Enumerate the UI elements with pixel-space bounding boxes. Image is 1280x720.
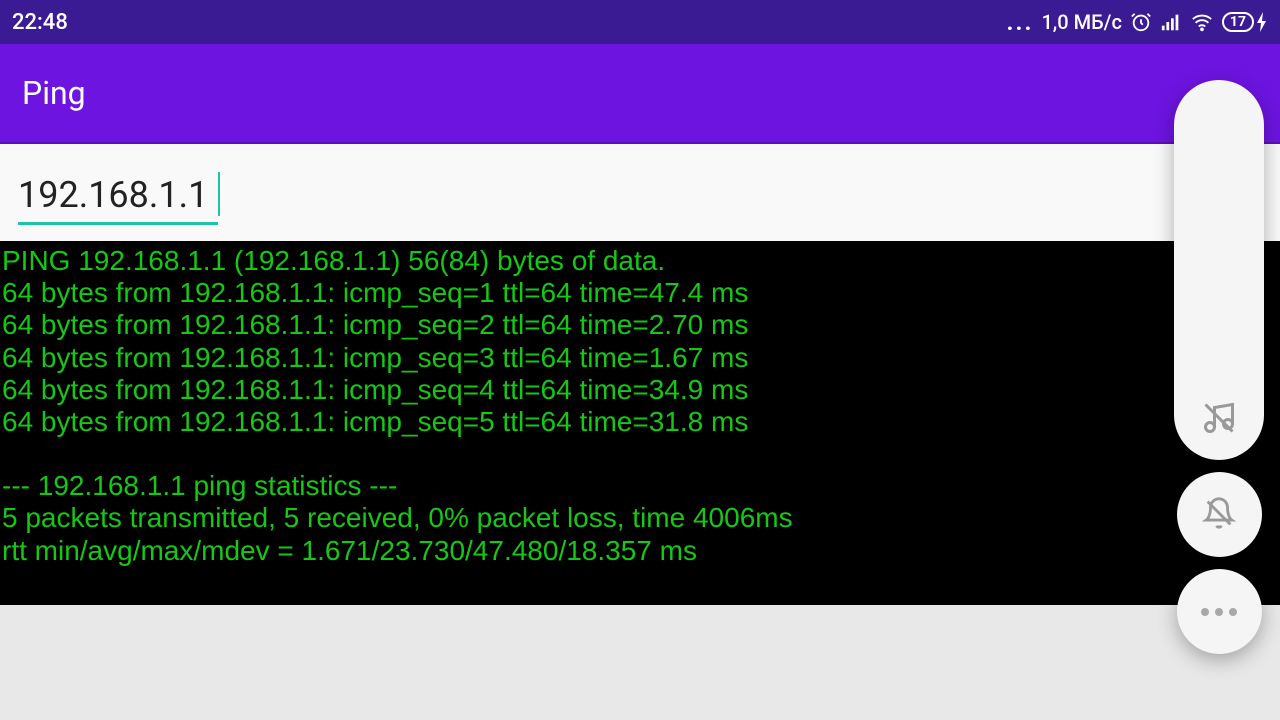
input-area: [0, 144, 1280, 241]
ping-stats-header: --- 192.168.1.1 ping statistics ---: [2, 470, 1280, 502]
battery-percent: 17: [1222, 12, 1254, 32]
text-cursor: [218, 172, 220, 216]
ping-reply-line: 64 bytes from 192.168.1.1: icmp_seq=1 tt…: [2, 277, 1280, 309]
terminal-output: PING 192.168.1.1 (192.168.1.1) 56(84) by…: [0, 241, 1280, 605]
signal-icon: [1160, 11, 1182, 33]
status-time: 22:48: [12, 10, 68, 35]
clock-text: 22:48: [12, 10, 68, 35]
dnd-button[interactable]: [1177, 472, 1262, 557]
ping-reply-line: 64 bytes from 192.168.1.1: icmp_seq=5 tt…: [2, 406, 1280, 438]
alarm-icon: [1130, 11, 1152, 33]
ping-header-line: PING 192.168.1.1 (192.168.1.1) 56(84) by…: [2, 245, 1280, 277]
network-speed: 1,0 МБ/с: [1041, 10, 1121, 34]
app-bar: Ping: [0, 44, 1280, 144]
music-off-icon[interactable]: [1201, 400, 1237, 440]
ping-reply-line: 64 bytes from 192.168.1.1: icmp_seq=2 tt…: [2, 309, 1280, 341]
status-indicators: ... 1,0 МБ/с 17: [1007, 8, 1268, 36]
app-title: Ping: [22, 74, 86, 112]
ping-stats-line: rtt min/avg/max/mdev = 1.671/23.730/47.4…: [2, 535, 1280, 567]
edge-panel: [1174, 80, 1264, 654]
wifi-icon: [1190, 11, 1214, 33]
android-status-bar: 22:48 ... 1,0 МБ/с 17: [0, 0, 1280, 44]
more-button[interactable]: [1177, 569, 1262, 654]
more-dots-icon: [1201, 608, 1237, 616]
blank-line: [2, 438, 1280, 470]
ping-reply-line: 64 bytes from 192.168.1.1: icmp_seq=4 tt…: [2, 374, 1280, 406]
edge-panel-handle[interactable]: [1174, 80, 1264, 460]
ip-address-input[interactable]: [18, 172, 218, 225]
bell-off-icon: [1202, 496, 1236, 534]
menu-dots-icon: ...: [1007, 8, 1034, 36]
battery-indicator: 17: [1222, 12, 1268, 32]
ping-stats-line: 5 packets transmitted, 5 received, 0% pa…: [2, 502, 1280, 534]
ping-reply-line: 64 bytes from 192.168.1.1: icmp_seq=3 tt…: [2, 342, 1280, 374]
charging-icon: [1256, 12, 1268, 32]
ip-input-container: [18, 172, 218, 225]
